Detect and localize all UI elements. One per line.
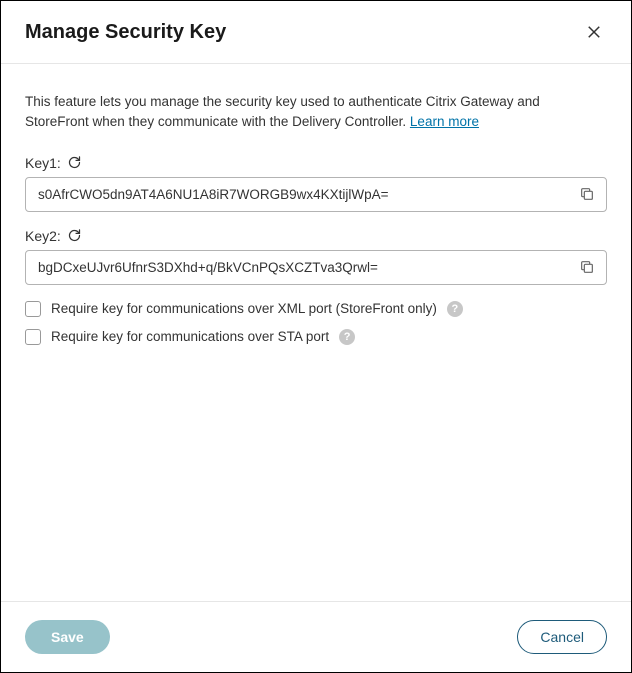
- key2-refresh-button[interactable]: [67, 228, 82, 243]
- modal-title: Manage Security Key: [25, 21, 226, 44]
- key2-field: [25, 250, 607, 285]
- description-text: This feature lets you manage the securit…: [25, 92, 607, 133]
- refresh-icon: [67, 228, 82, 243]
- require-xml-label: Require key for communications over XML …: [51, 301, 437, 316]
- key2-label: Key2:: [25, 228, 61, 244]
- copy-icon: [579, 186, 595, 202]
- require-sta-checkbox[interactable]: [25, 329, 41, 345]
- refresh-icon: [67, 155, 82, 170]
- key2-input[interactable]: [25, 250, 607, 285]
- manage-security-key-modal: Manage Security Key This feature lets yo…: [1, 1, 631, 672]
- require-xml-row: Require key for communications over XML …: [25, 301, 607, 317]
- require-sta-label: Require key for communications over STA …: [51, 329, 329, 344]
- key1-copy-button[interactable]: [575, 182, 599, 206]
- cancel-button[interactable]: Cancel: [517, 620, 607, 654]
- key1-refresh-button[interactable]: [67, 155, 82, 170]
- help-icon[interactable]: ?: [339, 329, 355, 345]
- close-icon: [585, 23, 603, 41]
- save-button[interactable]: Save: [25, 620, 110, 654]
- modal-content: This feature lets you manage the securit…: [1, 64, 631, 601]
- modal-footer: Save Cancel: [1, 601, 631, 672]
- key2-label-row: Key2:: [25, 228, 607, 244]
- copy-icon: [579, 259, 595, 275]
- key1-label: Key1:: [25, 155, 61, 171]
- key2-copy-button[interactable]: [575, 255, 599, 279]
- help-icon[interactable]: ?: [447, 301, 463, 317]
- close-button[interactable]: [581, 19, 607, 45]
- key1-label-row: Key1:: [25, 155, 607, 171]
- require-sta-row: Require key for communications over STA …: [25, 329, 607, 345]
- key1-field: [25, 177, 607, 212]
- learn-more-link[interactable]: Learn more: [410, 114, 479, 129]
- key1-input[interactable]: [25, 177, 607, 212]
- modal-header: Manage Security Key: [1, 1, 631, 64]
- require-xml-checkbox[interactable]: [25, 301, 41, 317]
